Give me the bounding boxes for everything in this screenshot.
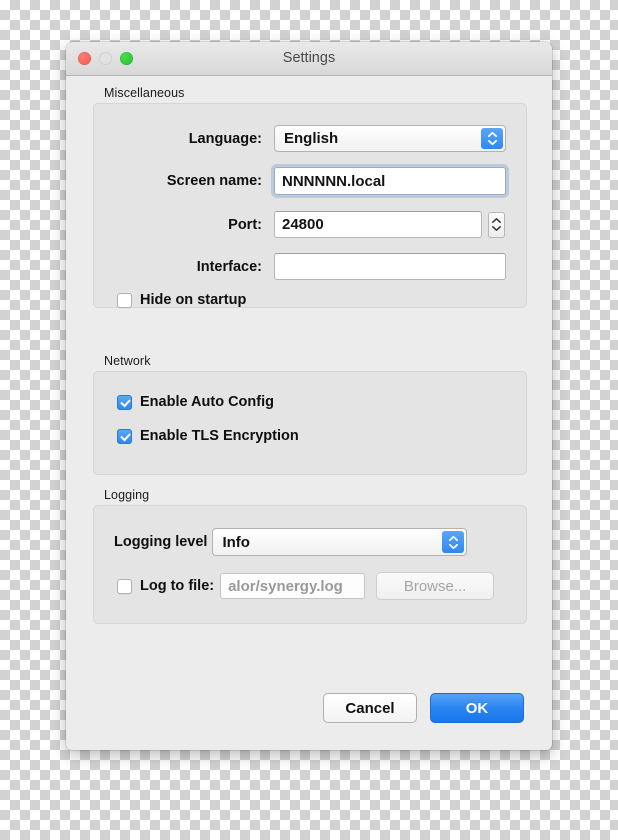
group-label-miscellaneous: Miscellaneous	[104, 86, 185, 100]
row-logging-level: Logging level Info	[114, 528, 468, 556]
log-to-file-label: Log to file:	[140, 578, 215, 594]
row-port: Port:	[94, 211, 526, 238]
hide-on-startup-checkbox-row[interactable]: Hide on startup	[117, 292, 246, 308]
group-box-network: Enable Auto Config Enable TLS Encryption	[93, 371, 527, 475]
dialog-footer: Cancel OK	[323, 693, 524, 723]
language-dropdown[interactable]: English	[274, 125, 506, 152]
language-dropdown-value: English	[284, 130, 339, 147]
group-network: Network Enable Auto Config Enable TLS En…	[93, 354, 527, 475]
chevron-up-icon	[448, 535, 458, 541]
label-language: Language:	[188, 130, 262, 147]
window-titlebar[interactable]: Settings	[66, 42, 552, 76]
enable-auto-config-label: Enable Auto Config	[140, 394, 274, 410]
group-box-logging: Logging level Info Log to file: alor/syn…	[93, 505, 527, 624]
ok-button[interactable]: OK	[430, 693, 524, 723]
label-port: Port:	[228, 216, 262, 233]
enable-tls-label: Enable TLS Encryption	[140, 428, 299, 444]
hide-on-startup-checkbox[interactable]	[117, 292, 132, 308]
chevron-down-icon	[448, 543, 458, 549]
group-miscellaneous: Miscellaneous Language: English Screen n…	[93, 86, 527, 308]
row-interface: Interface:	[94, 253, 526, 280]
interface-input[interactable]	[274, 253, 506, 280]
label-interface: Interface:	[196, 258, 262, 275]
row-screen-name: Screen name:	[94, 167, 526, 195]
window-title: Settings	[282, 50, 336, 66]
browse-button[interactable]: Browse...	[376, 572, 495, 600]
hide-on-startup-label: Hide on startup	[140, 292, 247, 308]
settings-window: Settings Miscellaneous Language: English	[66, 42, 552, 750]
port-stepper[interactable]	[488, 211, 505, 238]
enable-auto-config-checkbox[interactable]	[117, 394, 132, 410]
chevron-up-icon	[487, 132, 497, 137]
language-dropdown-stepper-icon[interactable]	[481, 128, 503, 149]
chevron-up-icon	[492, 218, 501, 223]
row-language: Language: English	[94, 125, 526, 152]
logging-level-dropdown-stepper-icon[interactable]	[442, 531, 465, 553]
group-logging: Logging Logging level Info Log to file: …	[93, 488, 527, 624]
log-to-file-checkbox[interactable]	[117, 578, 132, 594]
group-label-logging: Logging	[104, 488, 150, 502]
group-label-network: Network	[104, 354, 151, 368]
screen-name-input[interactable]	[274, 167, 506, 195]
label-screen-name: Screen name:	[166, 173, 262, 189]
enable-tls-checkbox[interactable]	[117, 428, 132, 444]
logging-level-dropdown[interactable]: Info	[212, 528, 468, 556]
enable-tls-checkbox-row[interactable]: Enable TLS Encryption	[117, 428, 299, 444]
chevron-down-icon	[487, 140, 497, 145]
cancel-button[interactable]: Cancel	[323, 693, 417, 723]
label-logging-level: Logging level	[114, 534, 208, 550]
enable-auto-config-checkbox-row[interactable]: Enable Auto Config	[117, 394, 274, 410]
log-file-path-input[interactable]	[220, 573, 366, 599]
group-box-miscellaneous: Language: English Screen name: NNNNNN.lo…	[93, 103, 527, 308]
row-log-to-file: Log to file: Browse...	[117, 572, 495, 600]
logging-level-dropdown-value: Info	[222, 533, 250, 551]
chevron-down-icon	[492, 226, 501, 231]
port-input[interactable]	[274, 211, 482, 238]
